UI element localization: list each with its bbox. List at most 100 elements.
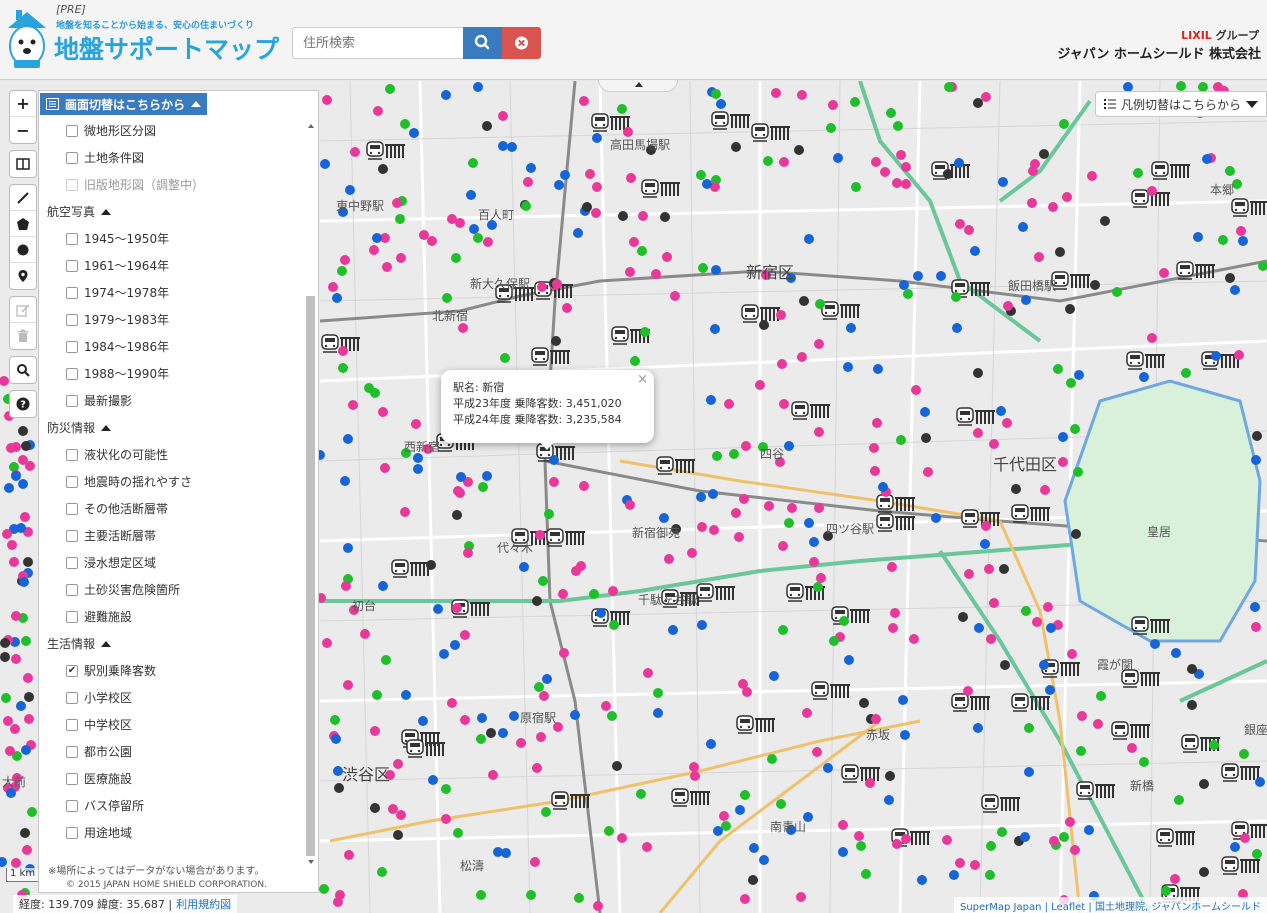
data-point-dot[interactable] (794, 145, 804, 155)
data-point-dot[interactable] (348, 400, 358, 410)
data-point-dot[interactable] (996, 406, 1006, 416)
data-point-dot[interactable] (949, 870, 959, 880)
draw-marker-button[interactable] (10, 263, 36, 289)
data-point-dot[interactable] (350, 147, 360, 157)
data-point-dot[interactable] (608, 586, 618, 596)
data-point-dot[interactable] (898, 695, 908, 705)
layer-item[interactable]: 旧版地形図（調整中） (39, 171, 320, 198)
data-point-dot[interactable] (500, 353, 510, 363)
data-point-dot[interactable] (1049, 836, 1059, 846)
layer-checkbox[interactable] (66, 799, 78, 812)
data-point-dot[interactable] (393, 759, 403, 769)
data-point-dot[interactable] (343, 434, 353, 444)
data-point-dot[interactable] (538, 576, 548, 586)
data-point-dot[interactable] (1174, 795, 1184, 805)
data-point-dot[interactable] (653, 708, 663, 718)
data-point-dot[interactable] (1043, 602, 1053, 612)
data-point-dot[interactable] (453, 828, 463, 838)
data-point-dot[interactable] (767, 754, 777, 764)
edit-layer-button[interactable] (10, 297, 36, 323)
data-point-dot[interactable] (345, 185, 355, 195)
data-point-dot[interactable] (534, 682, 544, 692)
data-point-dot[interactable] (441, 814, 451, 824)
data-point-dot[interactable] (19, 577, 29, 587)
data-point-dot[interactable] (441, 90, 451, 100)
data-point-dot[interactable] (1058, 432, 1068, 442)
station-icon[interactable] (1076, 781, 1115, 800)
data-point-dot[interactable] (797, 352, 807, 362)
data-point-dot[interactable] (428, 775, 438, 785)
data-point-dot[interactable] (559, 648, 569, 658)
data-point-dot[interactable] (973, 98, 983, 108)
zoom-out-button[interactable]: − (10, 117, 36, 143)
data-point-dot[interactable] (1225, 166, 1235, 176)
station-icon[interactable] (551, 791, 590, 810)
data-point-dot[interactable] (878, 482, 888, 492)
data-point-dot[interactable] (958, 612, 968, 622)
data-point-dot[interactable] (884, 795, 894, 805)
data-point-dot[interactable] (859, 698, 869, 708)
layer-item[interactable]: 小学校区 (39, 684, 320, 711)
data-point-dot[interactable] (871, 157, 881, 167)
data-point-dot[interactable] (1251, 622, 1261, 632)
data-point-dot[interactable] (509, 711, 519, 721)
data-point-dot[interactable] (617, 833, 627, 843)
data-point-dot[interactable] (439, 649, 449, 659)
data-point-dot[interactable] (7, 540, 17, 550)
station-icon[interactable] (736, 715, 775, 734)
data-point-dot[interactable] (585, 169, 595, 179)
header-collapse-toggle[interactable] (598, 80, 678, 92)
data-point-dot[interactable] (1034, 252, 1044, 262)
data-point-dot[interactable] (920, 407, 930, 417)
data-point-dot[interactable] (664, 554, 674, 564)
clear-search-button[interactable] (502, 27, 541, 59)
data-point-dot[interactable] (1239, 749, 1249, 759)
data-point-dot[interactable] (409, 128, 419, 138)
data-point-dot[interactable] (812, 747, 822, 757)
layer-section-header[interactable]: 防災情報 (39, 414, 320, 441)
data-point-dot[interactable] (360, 629, 370, 639)
data-point-dot[interactable] (719, 811, 729, 821)
data-point-dot[interactable] (418, 716, 428, 726)
data-point-dot[interactable] (455, 488, 465, 498)
data-point-dot[interactable] (372, 233, 382, 243)
data-point-dot[interactable] (696, 170, 706, 180)
data-point-dot[interactable] (710, 324, 720, 334)
data-point-dot[interactable] (1045, 685, 1055, 695)
station-icon[interactable] (391, 559, 430, 578)
data-point-dot[interactable] (1076, 746, 1086, 756)
data-point-dot[interactable] (498, 728, 508, 738)
split-view-button[interactable] (10, 151, 36, 177)
data-point-dot[interactable] (333, 897, 343, 907)
data-point-dot[interactable] (816, 573, 826, 583)
data-point-dot[interactable] (18, 426, 28, 436)
data-point-dot[interactable] (973, 368, 983, 378)
data-point-dot[interactable] (388, 804, 398, 814)
data-point-dot[interactable] (1021, 295, 1031, 305)
layer-section-header[interactable]: 航空写真 (39, 198, 320, 225)
data-point-dot[interactable] (542, 674, 552, 684)
layer-checkbox[interactable] (66, 475, 78, 488)
data-point-dot[interactable] (537, 282, 547, 292)
data-point-dot[interactable] (451, 253, 461, 263)
data-point-dot[interactable] (536, 732, 546, 742)
data-point-dot[interactable] (493, 847, 503, 857)
data-point-dot[interactable] (1018, 222, 1028, 232)
data-point-dot[interactable] (1090, 280, 1100, 290)
data-point-dot[interactable] (1240, 833, 1250, 843)
data-point-dot[interactable] (955, 858, 965, 868)
layer-item[interactable]: 用途地域 (39, 819, 320, 846)
data-point-dot[interactable] (21, 745, 31, 755)
data-point-dot[interactable] (1211, 351, 1221, 361)
data-point-dot[interactable] (626, 173, 636, 183)
data-point-dot[interactable] (1147, 186, 1157, 196)
draw-polygon-button[interactable] (10, 211, 36, 237)
data-point-dot[interactable] (764, 501, 774, 511)
station-icon[interactable] (1176, 261, 1215, 280)
data-point-dot[interactable] (20, 828, 30, 838)
data-point-dot[interactable] (709, 525, 719, 535)
data-point-dot[interactable] (589, 589, 599, 599)
data-point-dot[interactable] (759, 855, 769, 865)
data-point-dot[interactable] (486, 728, 496, 738)
data-point-dot[interactable] (660, 212, 670, 222)
